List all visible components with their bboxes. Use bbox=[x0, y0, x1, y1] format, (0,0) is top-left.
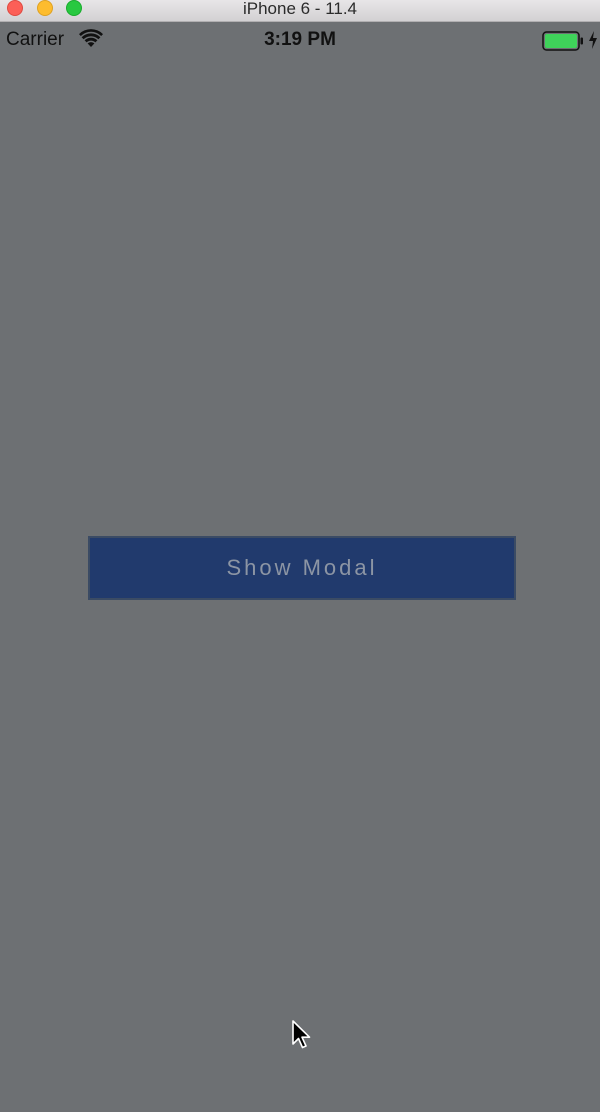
mouse-cursor-icon bbox=[292, 1020, 311, 1049]
battery-icon bbox=[542, 31, 583, 51]
show-modal-button[interactable]: Show Modal bbox=[88, 536, 516, 600]
status-bar: Carrier 3:19 PM bbox=[0, 22, 600, 60]
status-time: 3:19 PM bbox=[264, 29, 336, 50]
charging-icon bbox=[589, 31, 597, 49]
window-title: iPhone 6 - 11.4 bbox=[242, 0, 358, 18]
simulator-window: iPhone 6 - 11.4 Carrier 3:19 PM Show Mod… bbox=[0, 0, 600, 1112]
window-title-bar: iPhone 6 - 11.4 bbox=[0, 0, 600, 22]
